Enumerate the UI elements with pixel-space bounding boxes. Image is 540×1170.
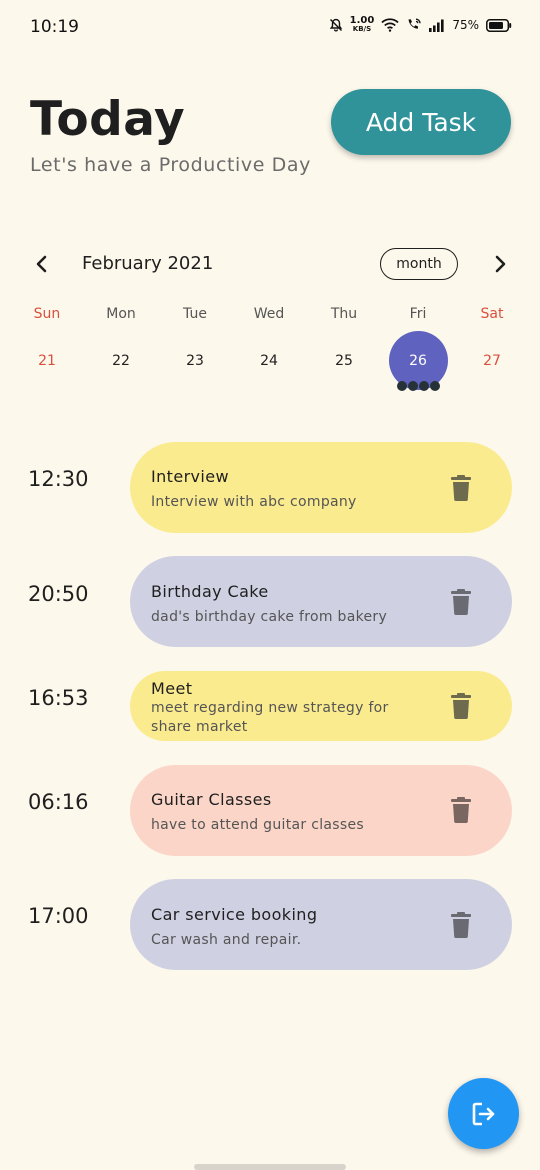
calendar-day[interactable]: 25 — [314, 340, 374, 382]
weekday-wed: Wed — [253, 306, 285, 322]
battery-icon — [486, 18, 512, 32]
trash-icon[interactable] — [450, 693, 472, 719]
logout-icon — [472, 1102, 494, 1125]
weekday-sat: Sat — [480, 306, 504, 322]
trash-icon[interactable] — [450, 912, 472, 938]
task-time: 16:53 — [28, 686, 89, 710]
task-note: have to attend guitar classes — [151, 817, 364, 833]
task-time: 12:30 — [28, 467, 89, 491]
next-month-button[interactable] — [486, 250, 514, 278]
task-card[interactable]: Car service booking Car wash and repair. — [130, 879, 512, 970]
network-speed-unit: KB/S — [352, 25, 372, 33]
page-subtitle: Let's have a Productive Day — [30, 154, 312, 176]
task-title: Birthday Cake — [151, 582, 269, 601]
calendar-day[interactable]: 24 — [239, 340, 299, 382]
weekday-sun: Sun — [33, 306, 61, 322]
task-time: 06:16 — [28, 790, 89, 814]
signal-icon — [429, 19, 444, 32]
task-card[interactable]: Guitar Classes have to attend guitar cla… — [130, 765, 512, 856]
weekday-mon: Mon — [106, 306, 136, 322]
previous-month-button[interactable] — [28, 250, 56, 278]
task-title: Guitar Classes — [151, 790, 272, 809]
task-card[interactable]: Interview Interview with abc company — [130, 442, 512, 533]
chevron-left-icon — [36, 255, 47, 273]
event-dot — [397, 381, 407, 391]
network-speed: 1.00 KB/S — [349, 15, 375, 34]
task-note: meet regarding new strategy for share ma… — [151, 700, 389, 735]
battery-percent: 75% — [452, 18, 479, 32]
trash-icon[interactable] — [450, 475, 472, 501]
calendar-month-label: February 2021 — [82, 253, 214, 274]
status-bar: 10:19 1.00 KB/S 75% — [0, 0, 540, 56]
task-note: Car wash and repair. — [151, 932, 302, 948]
calendar-day[interactable]: 22 — [91, 340, 151, 382]
network-speed-value: 1.00 — [349, 15, 375, 26]
weekday-fri: Fri — [409, 306, 427, 322]
chevron-right-icon — [495, 255, 506, 273]
page-title: Today — [30, 92, 186, 147]
add-task-button[interactable]: Add Task — [331, 89, 511, 155]
status-icons: 1.00 KB/S 75% — [329, 15, 512, 34]
trash-icon[interactable] — [450, 797, 472, 823]
logout-button[interactable] — [448, 1078, 519, 1149]
wifi-calling-icon — [408, 18, 421, 29]
weekday-tue: Tue — [183, 306, 207, 322]
task-note: Interview with abc company — [151, 494, 357, 510]
task-card[interactable]: Birthday Cake dad's birthday cake from b… — [130, 556, 512, 647]
task-card[interactable]: Meet meet regarding new strategy for sha… — [130, 671, 512, 741]
task-time: 20:50 — [28, 582, 89, 606]
weekday-thu: Thu — [330, 306, 358, 322]
event-dot — [419, 381, 429, 391]
wifi-icon — [381, 18, 399, 32]
calendar-format-toggle[interactable]: month — [380, 248, 458, 280]
calendar-day[interactable]: 21 — [17, 340, 77, 382]
event-dot — [430, 381, 440, 391]
event-dot — [408, 381, 418, 391]
today-screen: 10:19 1.00 KB/S 75% Today Let's have a P… — [0, 0, 540, 1170]
task-title: Car service booking — [151, 905, 318, 924]
task-time: 17:00 — [28, 904, 89, 928]
calendar-day[interactable]: 27 — [462, 340, 522, 382]
task-title: Meet — [151, 679, 193, 698]
home-indicator — [194, 1164, 346, 1170]
trash-icon[interactable] — [450, 589, 472, 615]
bell-off-icon — [329, 18, 342, 32]
status-time: 10:19 — [30, 17, 79, 37]
calendar-day-selected[interactable]: 26 — [388, 340, 448, 382]
calendar-day[interactable]: 23 — [165, 340, 225, 382]
task-title: Interview — [151, 467, 229, 486]
task-note: dad's birthday cake from bakery — [151, 609, 388, 625]
event-markers — [397, 381, 440, 391]
